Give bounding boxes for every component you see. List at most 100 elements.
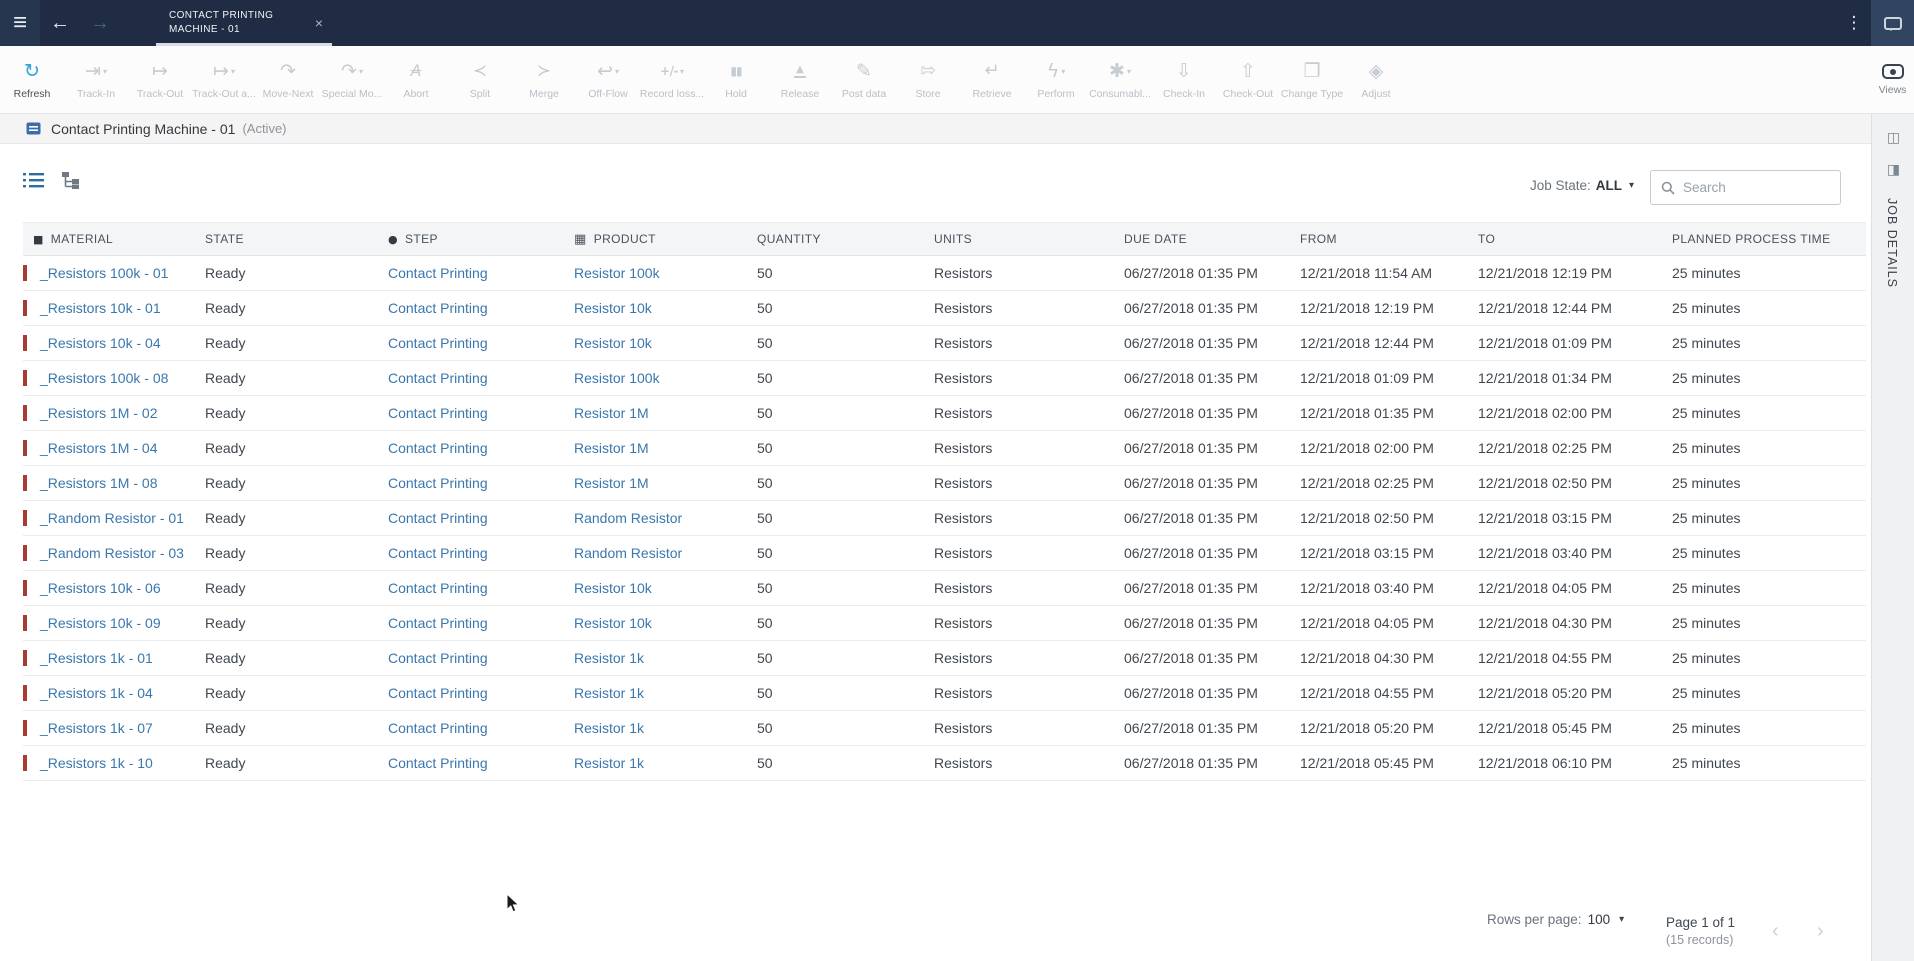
kebab-menu-icon[interactable]: ⋮ (1837, 0, 1871, 46)
column-header-to[interactable]: TO (1478, 232, 1672, 246)
product-link[interactable]: Resistor 1M (574, 475, 649, 491)
step-link[interactable]: Contact Printing (388, 300, 488, 316)
table-row[interactable]: _Random Resistor - 01 Ready Contact Prin… (23, 501, 1866, 536)
product-link[interactable]: Random Resistor (574, 510, 682, 526)
split-button[interactable]: ≺ Split (448, 46, 512, 113)
material-link[interactable]: _Resistors 1k - 07 (40, 720, 153, 736)
material-link[interactable]: _Resistors 10k - 06 (40, 580, 161, 596)
forward-button[interactable]: → (80, 0, 120, 46)
material-link[interactable]: _Resistors 1M - 08 (40, 475, 157, 491)
step-link[interactable]: Contact Printing (388, 615, 488, 631)
consumables-button[interactable]: ✱▾ Consumabl... (1088, 46, 1152, 113)
product-link[interactable]: Resistor 10k (574, 335, 652, 351)
refresh-button[interactable]: ↻ Refresh (0, 46, 64, 113)
product-link[interactable]: Resistor 1k (574, 755, 644, 771)
column-header-state[interactable]: STATE (205, 232, 388, 246)
product-link[interactable]: Resistor 10k (574, 300, 652, 316)
check-in-button[interactable]: ⇩ Check-In (1152, 46, 1216, 113)
move-next-button[interactable]: ↷ Move-Next (256, 46, 320, 113)
hamburger-menu-icon[interactable]: ≡ (0, 0, 40, 46)
step-link[interactable]: Contact Printing (388, 650, 488, 666)
record-loss-button[interactable]: +/-▾ Record loss... (640, 46, 704, 113)
list-view-toggle[interactable] (23, 171, 45, 194)
step-link[interactable]: Contact Printing (388, 580, 488, 596)
hold-button[interactable]: ▮▮ Hold (704, 46, 768, 113)
check-out-button[interactable]: ⇧ Check-Out (1216, 46, 1280, 113)
table-row[interactable]: _Resistors 100k - 08 Ready Contact Print… (23, 361, 1866, 396)
release-button[interactable]: ▲ Release (768, 46, 832, 113)
material-link[interactable]: _Resistors 10k - 09 (40, 615, 161, 631)
product-link[interactable]: Random Resistor (574, 545, 682, 561)
step-link[interactable]: Contact Printing (388, 335, 488, 351)
abort-button[interactable]: A Abort (384, 46, 448, 113)
column-header-planned-process-time[interactable]: PLANNED PROCESS TIME (1672, 232, 1866, 246)
column-header-quantity[interactable]: QUANTITY (757, 232, 934, 246)
material-link[interactable]: _Random Resistor - 03 (40, 545, 184, 561)
table-row[interactable]: _Resistors 10k - 06 Ready Contact Printi… (23, 571, 1866, 606)
table-row[interactable]: _Resistors 1M - 02 Ready Contact Printin… (23, 396, 1866, 431)
material-link[interactable]: _Resistors 10k - 04 (40, 335, 161, 351)
column-header-from[interactable]: FROM (1300, 232, 1478, 246)
material-link[interactable]: _Resistors 100k - 01 (40, 265, 168, 281)
material-link[interactable]: _Resistors 10k - 01 (40, 300, 161, 316)
track-out-all-button[interactable]: ↦▾ Track-Out a... (192, 46, 256, 113)
step-link[interactable]: Contact Printing (388, 265, 488, 281)
table-row[interactable]: _Resistors 1k - 10 Ready Contact Printin… (23, 746, 1866, 781)
material-link[interactable]: _Resistors 1M - 04 (40, 440, 157, 456)
product-link[interactable]: Resistor 1k (574, 685, 644, 701)
column-header-units[interactable]: UNITS (934, 232, 1124, 246)
table-row[interactable]: _Resistors 100k - 01 Ready Contact Print… (23, 256, 1866, 291)
previous-page-button[interactable]: ‹ (1772, 920, 1779, 943)
product-link[interactable]: Resistor 100k (574, 370, 660, 386)
table-row[interactable]: _Resistors 10k - 04 Ready Contact Printi… (23, 326, 1866, 361)
material-link[interactable]: _Random Resistor - 01 (40, 510, 184, 526)
step-link[interactable]: Contact Printing (388, 510, 488, 526)
product-link[interactable]: Resistor 1k (574, 720, 644, 736)
store-button[interactable]: ⇰ Store (896, 46, 960, 113)
tab-contact-printing-machine[interactable]: CONTACT PRINTING MACHINE - 01 × (156, 0, 332, 46)
column-header-step[interactable]: ●STEP (388, 232, 574, 246)
table-row[interactable]: _Resistors 1k - 07 Ready Contact Printin… (23, 711, 1866, 746)
messages-button[interactable] (1871, 0, 1914, 46)
table-row[interactable]: _Resistors 1M - 08 Ready Contact Printin… (23, 466, 1866, 501)
step-link[interactable]: Contact Printing (388, 720, 488, 736)
adjust-button[interactable]: ◈ Adjust (1344, 46, 1408, 113)
product-link[interactable]: Resistor 1k (574, 650, 644, 666)
material-link[interactable]: _Resistors 1k - 10 (40, 755, 153, 771)
step-link[interactable]: Contact Printing (388, 370, 488, 386)
product-link[interactable]: Resistor 1M (574, 440, 649, 456)
step-link[interactable]: Contact Printing (388, 685, 488, 701)
table-row[interactable]: _Resistors 1M - 04 Ready Contact Printin… (23, 431, 1866, 466)
tab-close-icon[interactable]: × (315, 15, 323, 31)
product-link[interactable]: Resistor 1M (574, 405, 649, 421)
off-flow-button[interactable]: ↩▾ Off-Flow (576, 46, 640, 113)
special-move-button[interactable]: ↷▾ Special Mo... (320, 46, 384, 113)
panel-toggle-icon[interactable]: ◫ (1872, 130, 1914, 146)
product-link[interactable]: Resistor 10k (574, 580, 652, 596)
step-link[interactable]: Contact Printing (388, 475, 488, 491)
table-row[interactable]: _Resistors 10k - 09 Ready Contact Printi… (23, 606, 1866, 641)
retrieve-button[interactable]: ↵ Retrieve (960, 46, 1024, 113)
step-link[interactable]: Contact Printing (388, 440, 488, 456)
product-link[interactable]: Resistor 10k (574, 615, 652, 631)
step-link[interactable]: Contact Printing (388, 405, 488, 421)
material-link[interactable]: _Resistors 1M - 02 (40, 405, 157, 421)
table-row[interactable]: _Resistors 10k - 01 Ready Contact Printi… (23, 291, 1866, 326)
views-button[interactable]: Views (1871, 46, 1914, 114)
merge-button[interactable]: ≻ Merge (512, 46, 576, 113)
job-state-dropdown[interactable]: Job State: ALL ▾ (1530, 178, 1634, 193)
table-row[interactable]: _Resistors 1k - 01 Ready Contact Printin… (23, 641, 1866, 676)
post-data-button[interactable]: ✎ Post data (832, 46, 896, 113)
column-header-material[interactable]: ■MATERIAL (23, 232, 205, 246)
column-header-product[interactable]: ▦PRODUCT (574, 232, 757, 246)
material-link[interactable]: _Resistors 1k - 01 (40, 650, 153, 666)
next-page-button[interactable]: › (1817, 920, 1824, 943)
perform-button[interactable]: ϟ▾ Perform (1024, 46, 1088, 113)
panel-dock-icon[interactable]: ◨ (1872, 162, 1914, 178)
track-in-button[interactable]: ⇥▾ Track-In (64, 46, 128, 113)
change-type-button[interactable]: ❐ Change Type (1280, 46, 1344, 113)
back-button[interactable]: ← (40, 0, 80, 46)
material-link[interactable]: _Resistors 100k - 08 (40, 370, 168, 386)
track-out-button[interactable]: ↦ Track-Out (128, 46, 192, 113)
rows-per-page-dropdown[interactable]: Rows per page: 100 ▾ (1487, 912, 1624, 927)
